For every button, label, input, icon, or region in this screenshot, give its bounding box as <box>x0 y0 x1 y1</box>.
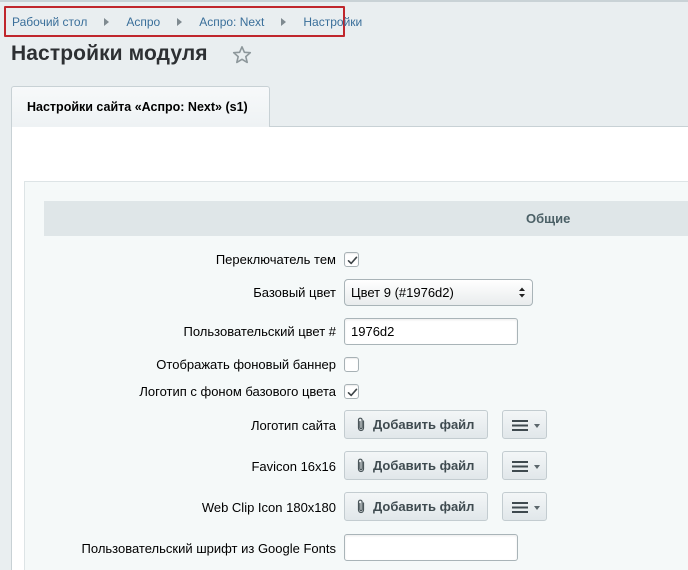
site-logo-label: Логотип сайта <box>250 418 336 433</box>
breadcrumb-item-settings[interactable]: Настройки <box>303 15 362 29</box>
checkmark-icon <box>347 388 358 397</box>
webclip-add-file-button[interactable]: Добавить файл <box>344 492 488 521</box>
chevron-down-icon <box>534 506 540 510</box>
site-logo-menu-button[interactable] <box>502 410 547 439</box>
webclip-menu-button[interactable] <box>502 492 547 521</box>
paperclip-icon <box>357 499 365 514</box>
hamburger-icon <box>512 461 528 472</box>
base-color-value: Цвет 9 (#1976d2) <box>351 285 454 300</box>
base-color-label: Базовый цвет <box>253 285 336 300</box>
select-arrows-icon <box>519 287 525 298</box>
checkmark-icon <box>347 256 358 265</box>
page-title: Настройки модуля <box>11 42 208 65</box>
base-color-select[interactable]: Цвет 9 (#1976d2) <box>344 279 533 306</box>
favicon-label: Favicon 16x16 <box>251 459 336 474</box>
hamburger-icon <box>512 502 528 513</box>
tab-site-settings[interactable]: Настройки сайта «Аспро: Next» (s1) <box>11 86 270 127</box>
chevron-down-icon <box>534 465 540 469</box>
logo-bg-checkbox[interactable] <box>344 384 359 399</box>
paperclip-icon <box>357 417 365 432</box>
breadcrumb-item-aspro[interactable]: Аспро <box>126 15 160 29</box>
hamburger-icon <box>512 420 528 431</box>
bg-banner-checkbox[interactable] <box>344 357 359 372</box>
paperclip-icon <box>357 458 365 473</box>
webclip-button-label: Добавить файл <box>373 499 475 514</box>
favicon-add-file-button[interactable]: Добавить файл <box>344 451 488 480</box>
star-icon[interactable] <box>232 45 252 65</box>
breadcrumb-item-aspro-next[interactable]: Аспро: Next <box>199 15 264 29</box>
google-font-label: Пользовательский шрифт из Google Fonts <box>81 541 336 556</box>
favicon-menu-button[interactable] <box>502 451 547 480</box>
site-logo-add-file-button[interactable]: Добавить файл <box>344 410 488 439</box>
theme-switcher-checkbox[interactable] <box>344 252 359 267</box>
top-divider <box>0 0 688 2</box>
section-title: Общие <box>526 211 571 226</box>
logo-bg-label: Логотип с фоном базового цвета <box>139 384 336 399</box>
bg-banner-label: Отображать фоновый баннер <box>156 357 336 372</box>
google-font-input[interactable] <box>344 534 518 561</box>
custom-color-label: Пользовательский цвет # <box>183 324 336 339</box>
breadcrumb: Рабочий стол Аспро Аспро: Next Настройки <box>4 6 362 37</box>
favicon-button-label: Добавить файл <box>373 458 475 473</box>
chevron-down-icon <box>534 424 540 428</box>
breadcrumb-item-desktop[interactable]: Рабочий стол <box>12 15 87 29</box>
breadcrumb-separator-icon <box>177 17 183 26</box>
site-logo-button-label: Добавить файл <box>373 417 475 432</box>
theme-switcher-label: Переключатель тем <box>215 252 336 267</box>
webclip-label: Web Clip Icon 180x180 <box>201 500 336 515</box>
custom-color-input[interactable] <box>344 318 518 345</box>
breadcrumb-separator-icon <box>104 17 110 26</box>
breadcrumb-separator-icon <box>281 17 287 26</box>
section-header: Общие <box>44 201 688 236</box>
